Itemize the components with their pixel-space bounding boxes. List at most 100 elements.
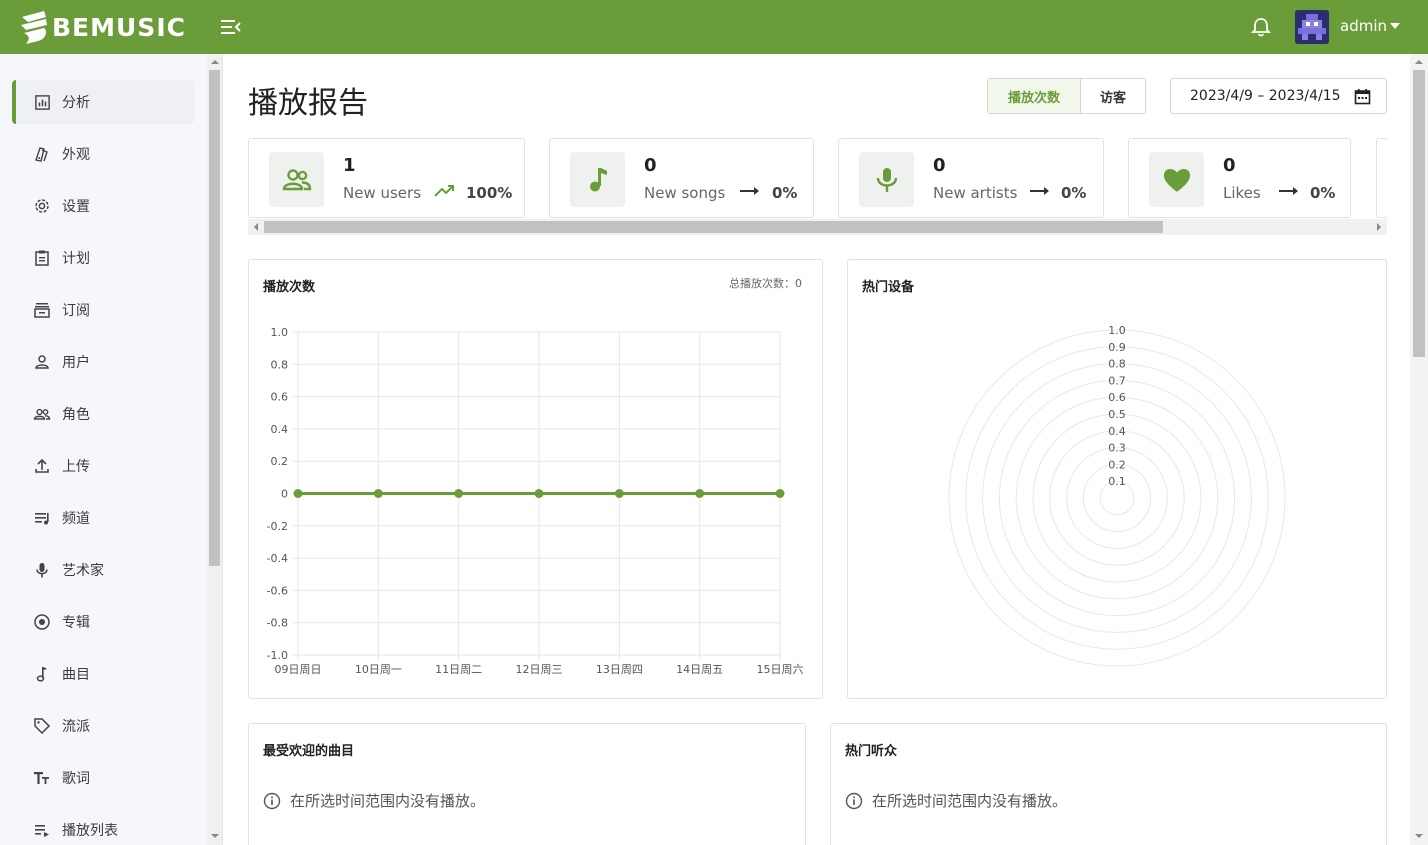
- sidebar-item-label: 上传: [62, 459, 90, 475]
- avatar-image: [1295, 10, 1329, 44]
- stat-label: New songs: [644, 184, 726, 202]
- avatar[interactable]: [1295, 10, 1329, 44]
- logo[interactable]: BEMUSIC: [18, 9, 186, 45]
- stat-value: 1: [343, 155, 356, 176]
- sidebar-item-uploads[interactable]: 上传: [12, 444, 194, 488]
- y-tick-label: 0.8: [271, 358, 289, 371]
- x-tick-label: 15日周六: [757, 663, 804, 676]
- sidebar-item-albums[interactable]: 专辑: [12, 600, 194, 644]
- menu-collapse-icon[interactable]: [220, 17, 242, 37]
- sidebar-item-genres[interactable]: 流派: [12, 704, 194, 748]
- data-point: [614, 489, 624, 498]
- x-tick-label: 14日周五: [676, 663, 723, 676]
- sidebar-item-tracks[interactable]: 曲目: [12, 652, 194, 696]
- sidebar-item-subscriptions[interactable]: 订阅: [12, 288, 194, 332]
- stat-card-new-songs: 0 New songs 0%: [549, 138, 814, 218]
- stats-horizontal-scrollbar[interactable]: [248, 219, 1387, 235]
- data-point: [534, 489, 544, 498]
- users-icon: [269, 152, 324, 207]
- x-tick-label: 13日周四: [596, 663, 643, 676]
- top-tracks-panel: 最受欢迎的曲目 在所选时间范围内没有播放。: [248, 723, 806, 845]
- trending-up-icon: [434, 185, 454, 197]
- arrow-right-icon: [1030, 187, 1049, 195]
- scroll-up-arrow-icon[interactable]: [211, 60, 219, 64]
- r-tick-label: 0.8: [1108, 358, 1126, 371]
- scrollbar-thumb[interactable]: [264, 221, 1163, 233]
- divider: [222, 54, 223, 845]
- sidebar-item-label: 分析: [62, 95, 90, 111]
- x-tick-label: 11日周二: [435, 663, 482, 676]
- sidebar-item-label: 订阅: [62, 303, 90, 319]
- r-tick-label: 0.6: [1108, 391, 1126, 404]
- x-tick-label: 10日周一: [355, 663, 402, 676]
- tag-icon: [33, 717, 51, 735]
- y-tick-label: 0.4: [271, 423, 289, 436]
- r-tick-label: 0.4: [1108, 425, 1126, 438]
- data-point: [775, 489, 785, 498]
- visitors-toggle-button[interactable]: 访客: [1081, 79, 1145, 113]
- info-icon: [845, 792, 863, 809]
- r-tick-label: 0.5: [1108, 408, 1126, 421]
- sidebar-item-label: 计划: [62, 251, 90, 267]
- y-tick-label: 0.6: [271, 391, 289, 404]
- scroll-up-arrow-icon[interactable]: [1415, 60, 1423, 64]
- sidebar-item-roles[interactable]: 角色: [12, 392, 194, 436]
- empty-message: 在所选时间范围内没有播放。: [845, 790, 1067, 811]
- subscription-icon: [33, 301, 51, 319]
- scroll-left-arrow-icon[interactable]: [254, 223, 258, 231]
- stat-card-partial: [1376, 138, 1388, 218]
- analytics-icon: [33, 93, 51, 111]
- sidebar-item-label: 播放列表: [62, 823, 118, 839]
- stat-percent: 0%: [772, 184, 798, 202]
- data-point: [373, 489, 383, 498]
- sidebar-item-label: 曲目: [62, 667, 90, 683]
- user-name[interactable]: admin: [1340, 17, 1387, 35]
- sidebar-item-users[interactable]: 用户: [12, 340, 194, 384]
- sidebar-item-analytics[interactable]: 分析: [12, 80, 194, 124]
- stat-value: 0: [1223, 155, 1236, 176]
- plays-chart-panel: 播放次数 总播放次数：0 1.0 0.8 0.6 0.4 0.2 0 -0.2 -0.4 -0.…: [248, 259, 823, 699]
- sidebar-scrollbar[interactable]: [207, 54, 222, 845]
- main-scrollbar[interactable]: [1410, 54, 1428, 845]
- plays-line-chart: 1.0 0.8 0.6 0.4 0.2 0 -0.2 -0.4 -0.6 -0.8 -1.009日周…: [267, 326, 804, 676]
- heart-icon: [1149, 152, 1204, 207]
- bell-icon[interactable]: [1250, 16, 1272, 38]
- sidebar-item-label: 外观: [62, 147, 90, 163]
- sidebar-item-channels[interactable]: 频道: [12, 496, 194, 540]
- metric-toggle: 播放次数 访客: [987, 78, 1146, 114]
- panel-title: 热门听众: [845, 744, 898, 759]
- y-tick-label: -1.0: [267, 649, 288, 662]
- info-icon: [263, 792, 281, 809]
- sidebar-item-settings[interactable]: 设置: [12, 184, 194, 228]
- scroll-down-arrow-icon[interactable]: [211, 834, 219, 838]
- y-tick-label: -0.4: [267, 552, 288, 565]
- sidebar-item-playlists[interactable]: 播放列表: [12, 808, 194, 845]
- sidebar-item-artists[interactable]: 艺术家: [12, 548, 194, 592]
- sidebar-item-label: 频道: [62, 511, 90, 527]
- clipboard-icon: [33, 249, 51, 267]
- r-tick-label: 1.0: [1108, 324, 1126, 337]
- brand-logo-icon: [21, 11, 47, 44]
- scrollbar-thumb[interactable]: [1413, 70, 1425, 357]
- sidebar-item-plans[interactable]: 计划: [12, 236, 194, 280]
- scrollbar-thumb[interactable]: [209, 70, 220, 566]
- arrow-right-icon: [740, 187, 759, 195]
- date-range-button[interactable]: 2023/4/9 – 2023/4/15: [1170, 78, 1387, 114]
- sidebar-item-appearance[interactable]: 外观: [12, 132, 194, 176]
- stat-value: 0: [933, 155, 946, 176]
- palette-icon: [33, 145, 51, 163]
- chevron-down-icon[interactable]: [1390, 23, 1400, 29]
- plays-toggle-button[interactable]: 播放次数: [988, 79, 1081, 113]
- music-note-icon: [570, 152, 625, 207]
- devices-radar-chart: 1.0 0.9 0.8 0.7 0.6 0.5 0.4 0.3 0.2 0.1: [948, 324, 1286, 667]
- stat-percent: 0%: [1061, 184, 1087, 202]
- sidebar-item-label: 用户: [62, 355, 90, 371]
- scroll-down-arrow-icon[interactable]: [1415, 834, 1423, 838]
- arrow-right-icon: [1279, 187, 1298, 195]
- scroll-right-arrow-icon[interactable]: [1377, 223, 1381, 231]
- gear-icon: [33, 197, 51, 215]
- sidebar-item-lyrics[interactable]: 歌词: [12, 756, 194, 800]
- r-tick-label: 0.9: [1108, 341, 1126, 354]
- top-listeners-panel: 热门听众 在所选时间范围内没有播放。: [830, 723, 1387, 845]
- stat-label: Likes: [1223, 184, 1261, 202]
